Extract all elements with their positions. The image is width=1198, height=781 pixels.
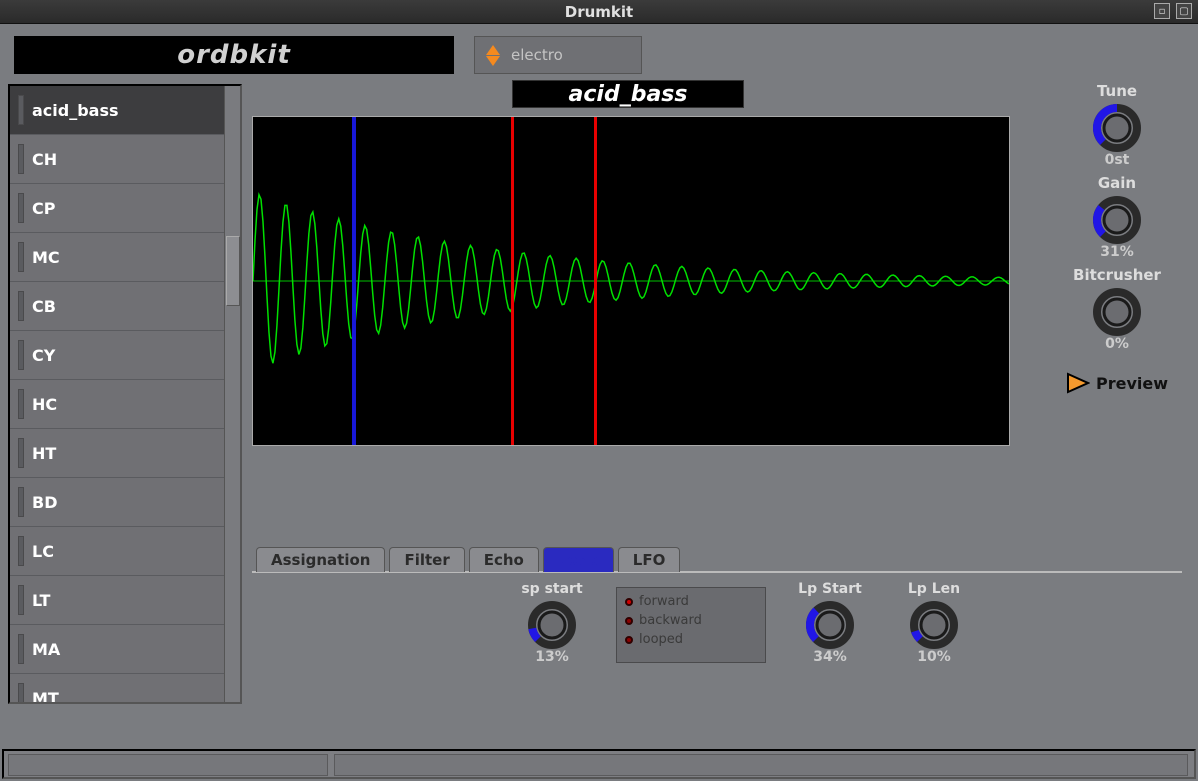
window-minimize-button[interactable]: ▫ [1154,3,1170,19]
kit-name-display[interactable]: ordbkit [14,36,454,74]
drag-handle-icon[interactable] [18,536,24,566]
drag-handle-icon[interactable] [18,95,24,125]
tab-filter[interactable]: Filter [389,547,464,572]
lp-start-knob[interactable] [804,599,856,651]
spinner-icon[interactable] [483,41,503,69]
tune-knob[interactable] [1091,102,1143,154]
sidebar-item-ht[interactable]: HT [10,429,226,478]
drag-handle-icon[interactable] [18,340,24,370]
play-icon [1066,372,1090,394]
sidebar-item-ch[interactable]: CH [10,135,226,184]
tab-echo[interactable]: Echo [469,547,539,572]
drag-handle-icon[interactable] [18,193,24,223]
radio-icon [625,617,633,625]
sidebar-item-cp[interactable]: CP [10,184,226,233]
sidebar-scrollbar[interactable] [224,86,240,702]
drag-handle-icon[interactable] [18,242,24,272]
sidebar-item-label: BD [32,493,57,512]
lp-start-knob-block: Lp Start 34% [790,581,870,665]
sidebar-item-label: LT [32,591,50,610]
loop-tab-body: sp start 13% forward backward looped Lp St… [252,573,1182,665]
tab-lfo[interactable]: LFO [618,547,681,572]
sidebar-item-label: CB [32,297,56,316]
lp-len-knob[interactable] [908,599,960,651]
drag-handle-icon[interactable] [18,683,24,704]
category-selector[interactable]: electro [474,36,642,74]
sp-start-knob-block: sp start 13% [512,581,592,665]
tab-assignation[interactable]: Assignation [256,547,385,572]
direction-option-backward[interactable]: backward [625,613,757,628]
tab-strip: AssignationFilterEchoLoopLFO sp start 13… [252,546,1182,665]
sidebar-item-label: LC [32,542,54,561]
sidebar-item-label: CY [32,346,55,365]
preview-button[interactable]: Preview [1052,372,1182,394]
sidebar-item-hc[interactable]: HC [10,380,226,429]
direction-selector: forward backward looped [616,587,766,663]
sidebar-item-label: MT [32,689,59,705]
sidebar-item-label: CP [32,199,55,218]
status-bar [2,749,1196,779]
loop-end-marker[interactable] [594,117,597,445]
sidebar-item-label: MA [32,640,60,659]
loop-start-marker[interactable] [511,117,514,445]
gain-knob-block: Gain 31% [1052,174,1182,260]
playhead-marker[interactable] [352,117,356,445]
sidebar-item-mt[interactable]: MT [10,674,226,704]
tune-knob-block: Tune 0st [1052,82,1182,168]
sidebar-item-acid_bass[interactable]: acid_bass [10,86,226,135]
tab-loop[interactable]: Loop [543,547,614,572]
waveform-display[interactable] [252,116,1010,446]
bitcrusher-knob[interactable] [1091,286,1143,338]
drag-handle-icon[interactable] [18,634,24,664]
sidebar-item-label: HC [32,395,57,414]
drag-handle-icon[interactable] [18,144,24,174]
bitcrusher-knob-block: Bitcrusher 0% [1052,266,1182,352]
gain-knob[interactable] [1091,194,1143,246]
radio-icon [625,598,633,606]
sp-start-knob[interactable] [526,599,578,651]
sidebar-item-label: acid_bass [32,101,119,120]
direction-option-looped[interactable]: looped [625,632,757,647]
radio-icon [625,636,633,644]
sidebar-item-lt[interactable]: LT [10,576,226,625]
sidebar-item-cy[interactable]: CY [10,331,226,380]
sample-list: acid_bass CH CP MC CB CY HC HT BD LC [8,84,242,704]
sidebar-item-bd[interactable]: BD [10,478,226,527]
sidebar-item-lc[interactable]: LC [10,527,226,576]
sidebar-item-label: HT [32,444,56,463]
category-label: electro [511,46,563,64]
drag-handle-icon[interactable] [18,389,24,419]
sidebar-item-cb[interactable]: CB [10,282,226,331]
title-bar: Drumkit ▫ ▢ [0,0,1198,24]
drag-handle-icon[interactable] [18,438,24,468]
window-title: Drumkit [565,3,633,21]
sidebar-item-mc[interactable]: MC [10,233,226,282]
drag-handle-icon[interactable] [18,585,24,615]
lp-len-knob-block: Lp Len 10% [894,581,974,665]
drag-handle-icon[interactable] [18,487,24,517]
sidebar-item-label: MC [32,248,60,267]
window-maximize-button[interactable]: ▢ [1176,3,1192,19]
sample-name-display: acid_bass [512,80,744,108]
scrollbar-thumb[interactable] [226,236,240,306]
sidebar-item-label: CH [32,150,57,169]
direction-option-forward[interactable]: forward [625,594,757,609]
drag-handle-icon[interactable] [18,291,24,321]
sidebar-item-ma[interactable]: MA [10,625,226,674]
